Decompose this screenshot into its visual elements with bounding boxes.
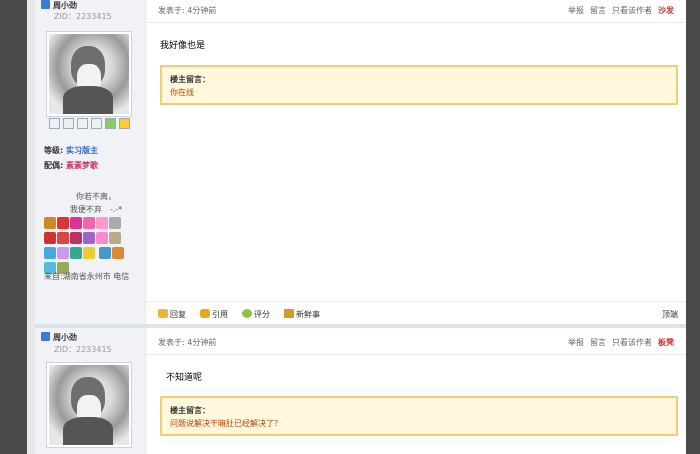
author-only-link[interactable]: 只看该作者 [612,338,652,347]
medal-icon[interactable] [83,232,95,244]
rate-icon [242,309,252,318]
user-icon [41,332,50,341]
author-zid: ZID：2233415 [54,345,112,354]
message-link[interactable]: 留言 [590,338,606,347]
back-to-top-link[interactable]: 顶端 [662,309,678,320]
mail-icon[interactable] [49,118,60,129]
post-time: 发表于: 4分钟前 [158,6,217,15]
author-sidebar: 周小劲 ZID：2233415 等级: 实习版主 配偶: 素素梦歌 你若不离， … [35,0,146,324]
medal-icon[interactable] [44,217,56,229]
post: 周小劲 ZID：2233415 等级: 实习版主 配偶: 素素梦歌 你若不离， … [35,0,686,324]
author-sidebar: 周小劲 ZID：2233415 [35,328,146,454]
profile-icon[interactable] [77,118,88,129]
report-link[interactable]: 举报 [568,338,584,347]
owner-note: 楼主留言： 你在线 [160,65,678,105]
medal-icon[interactable] [57,232,69,244]
post-ops: 举报 留言 只看该作者 沙发 [562,5,674,16]
author-location: 来自:湖南省永州市 电信 [44,272,130,281]
share-news-button[interactable]: 新鲜事 [284,309,320,320]
user-icon [41,0,50,9]
medal-icon[interactable] [70,232,82,244]
post-time: 发表于: 4分钟前 [158,338,217,347]
medal-icon[interactable] [83,217,95,229]
post-content: 我好像也是 [160,41,206,51]
floor-label[interactable]: 板凳 [658,338,674,347]
partner-row: 配偶: 素素梦歌 [44,161,98,170]
medal-list [44,217,136,277]
level-value[interactable]: 实习版主 [66,146,98,155]
apps-icon[interactable] [105,118,116,129]
post-actions: 回复 引用 评分 新鲜事 顶端 [146,301,686,324]
quote-icon [200,309,210,318]
owner-note-title: 楼主留言： [170,75,210,84]
floor-label[interactable]: 沙发 [658,6,674,15]
medal-icon[interactable] [111,247,124,259]
qq-icon[interactable] [119,118,130,129]
post-body: 发表于: 4分钟前 举报 留言 只看该作者 板凳 不知道呢 楼主留言： 问题说解决干嘛… [146,328,686,454]
avatar[interactable] [46,31,132,117]
right-scroll-gutter [686,0,700,454]
rate-button[interactable]: 评分 [242,309,270,320]
medal-icon[interactable] [96,217,108,229]
owner-note: 楼主留言： 问题说解决干嘛肚已经解决了？ [160,396,678,436]
medal-icon[interactable] [70,217,82,229]
post-body: 发表于: 4分钟前 举报 留言 只看该作者 沙发 我好像也是 楼主留言： 你在线 回复… [146,0,686,324]
left-dark-bar [0,0,27,454]
post-content: 不知道呢 [166,373,203,383]
homepage-icon[interactable] [91,118,102,129]
post: 周小劲 ZID：2233415 发表于: 4分钟前 举报 留言 只看该作者 板凳 不知… [35,328,686,454]
author-only-link[interactable]: 只看该作者 [612,6,652,15]
owner-note-text: 问题说解决干嘛肚已经解决了？ [170,419,282,428]
medal-icon[interactable] [83,247,95,259]
medal-icon[interactable] [109,217,121,229]
author-name[interactable]: 周小劲 [41,332,77,343]
medal-icon[interactable] [44,247,56,259]
medal-icon[interactable] [96,232,108,244]
author-tools [43,118,135,132]
medal-icon[interactable] [98,247,111,259]
medal-icon[interactable] [70,247,82,259]
medal-icon[interactable] [57,247,69,259]
post-header: 发表于: 4分钟前 举报 留言 只看该作者 沙发 [146,0,686,23]
reply-button[interactable]: 回复 [158,309,186,320]
medal-icon[interactable] [57,217,69,229]
post-header: 发表于: 4分钟前 举报 留言 只看该作者 板凳 [146,332,686,355]
avatar[interactable] [46,362,132,448]
left-light-bar [27,0,35,454]
owner-note-text: 你在线 [170,88,194,97]
post-ops: 举报 留言 只看该作者 板凳 [562,337,674,348]
author-zid: ZID：2233415 [54,12,112,21]
medal-icon[interactable] [44,232,56,244]
medal-icon[interactable] [109,232,121,244]
message-link[interactable]: 留言 [590,6,606,15]
partner-value[interactable]: 素素梦歌 [66,161,98,170]
signature: 你若不离， 我便不弃 -.-* [69,192,123,214]
author-name[interactable]: 周小劲 [41,0,77,11]
reply-icon [158,309,168,318]
report-link[interactable]: 举报 [568,6,584,15]
add-friend-icon[interactable] [63,118,74,129]
news-icon [284,309,294,318]
owner-note-title: 楼主留言： [170,406,210,415]
level-row: 等级: 实习版主 [44,146,98,155]
quote-button[interactable]: 引用 [200,309,228,320]
